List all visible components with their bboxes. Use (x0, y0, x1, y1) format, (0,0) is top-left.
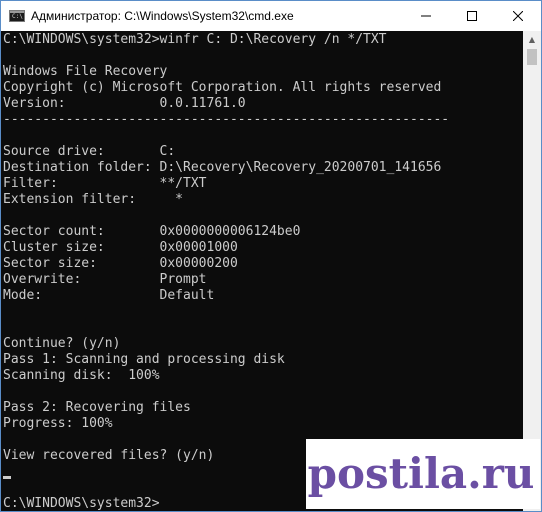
console-line: ----------------------------------------… (3, 112, 450, 127)
console-line: Sector count: 0x0000000006124be0 (3, 224, 301, 239)
window-controls (403, 1, 541, 31)
window-title: Администратор: C:\Windows\System32\cmd.e… (31, 9, 294, 23)
close-icon (513, 11, 523, 21)
close-button[interactable] (495, 1, 541, 31)
console-line: Overwrite: Prompt (3, 272, 207, 287)
console-line: Progress: 100% (3, 416, 113, 431)
console-line: Copyright (c) Microsoft Corporation. All… (3, 80, 442, 95)
minimize-button[interactable] (403, 1, 449, 31)
console-line: Scanning disk: 100% (3, 368, 160, 383)
minimize-icon (421, 15, 431, 17)
scroll-thumb[interactable] (527, 49, 537, 65)
console-line: Windows File Recovery (3, 64, 168, 79)
console-line: Filter: **/TXT (3, 176, 207, 191)
console-line: C:\WINDOWS\system32>winfr C: D:\Recovery… (3, 32, 387, 47)
cmd-icon[interactable]: C:\ (9, 10, 25, 22)
console-line: Extension filter: * (3, 192, 184, 207)
cmd-window: C:\ Администратор: C:\Windows\System32\c… (0, 0, 542, 512)
text-cursor (3, 476, 11, 479)
console-line: Destination folder: D:\Recovery\Recovery… (3, 160, 442, 175)
console-line: Version: 0.0.11761.0 (3, 96, 246, 111)
console-line: Cluster size: 0x00001000 (3, 240, 238, 255)
console-line: Mode: Default (3, 288, 215, 303)
console-line: Source drive: C: (3, 144, 176, 159)
console-line: Continue? (y/n) (3, 336, 121, 351)
watermark-logo: postila.ru (306, 439, 540, 509)
maximize-icon (467, 11, 477, 21)
console-line: Pass 1: Scanning and processing disk (3, 352, 285, 367)
scroll-up-arrow-icon[interactable]: ▲ (523, 31, 541, 48)
console-line: Pass 2: Recovering files (3, 400, 191, 415)
maximize-button[interactable] (449, 1, 495, 31)
title-bar[interactable]: C:\ Администратор: C:\Windows\System32\c… (1, 1, 541, 31)
console-line: Sector size: 0x00000200 (3, 256, 238, 271)
